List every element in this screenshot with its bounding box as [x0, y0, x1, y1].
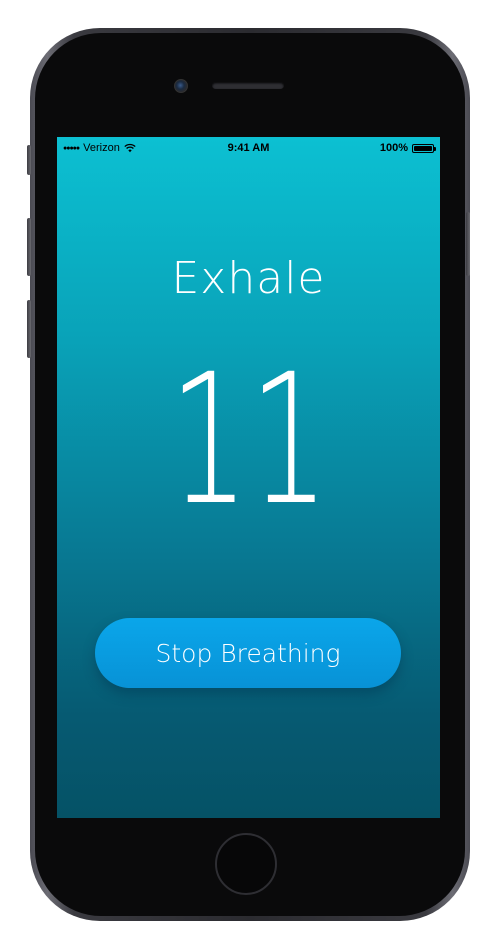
breath-phase-label: Exhale	[171, 253, 326, 304]
power-button	[466, 212, 470, 276]
battery-percent: 100%	[379, 142, 408, 154]
volume-up-button	[27, 218, 31, 276]
app-screen: ●●●●● Verizon 9:41 AM 100% Exhale 11 Sto…	[57, 137, 440, 818]
earpiece-speaker	[212, 82, 284, 89]
status-bar: ●●●●● Verizon 9:41 AM 100%	[57, 137, 440, 159]
battery-icon	[412, 143, 436, 153]
status-right: 100%	[379, 142, 436, 154]
breath-counter: 11	[57, 335, 440, 545]
home-button[interactable]	[215, 833, 277, 895]
front-camera	[174, 79, 188, 93]
battery-tip	[434, 146, 436, 151]
counter-digits: 11	[169, 335, 329, 545]
volume-down-button	[27, 300, 31, 358]
stop-breathing-button[interactable]: Stop Breathing	[95, 618, 401, 688]
battery-fill	[414, 145, 432, 151]
mute-switch	[27, 145, 31, 175]
counter-value: 11	[169, 335, 329, 545]
